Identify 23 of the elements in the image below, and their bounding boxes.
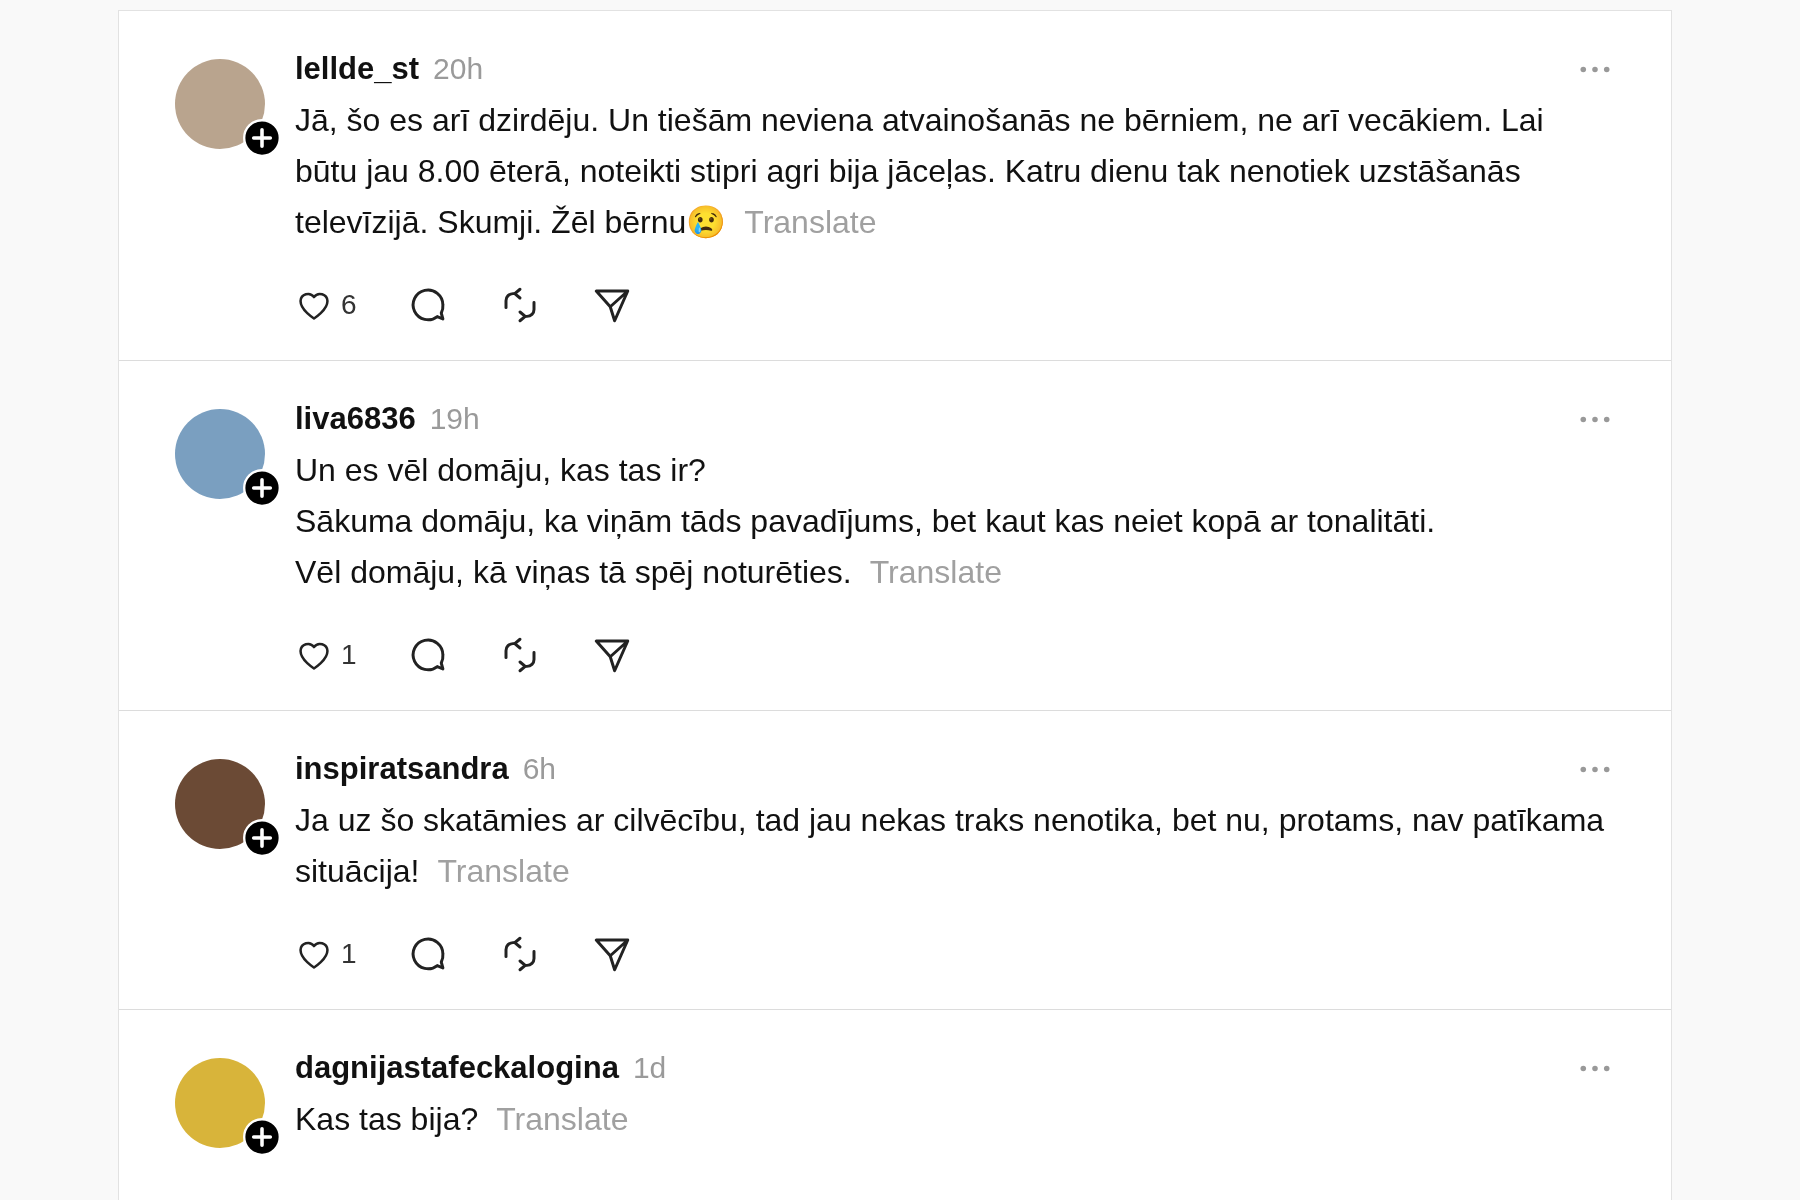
more-options-icon[interactable] (1579, 64, 1611, 74)
like-button[interactable]: 1 (295, 636, 357, 674)
username[interactable]: liva6836 (295, 401, 416, 437)
post-text: Ja uz šo skatāmies ar cilvēcību, tad jau nekas traks nenotika, bet nu, protams, nav patīkama situācija! Translate (295, 801, 1606, 891)
follow-plus-icon[interactable] (243, 469, 281, 507)
more-options-icon[interactable] (1579, 414, 1611, 424)
post-text: Kas tas bija? Translate (295, 1100, 630, 1139)
post-time: 1d (632, 1051, 667, 1085)
post-text: Un es vēl domāju, kas tas ir? Sākuma domāju, ka viņām tāds pavadījums, bet kaut kas neiet kopā ar tonalitāti. Vēl domāju, kā viņas tā spēj noturēties. Translate (295, 451, 1437, 592)
username[interactable]: dagnijastafeckalogina (295, 1050, 619, 1086)
post-time: 6h (522, 752, 556, 786)
follow-plus-icon[interactable] (243, 819, 281, 857)
follow-plus-icon[interactable] (243, 119, 281, 157)
post-text: Jā, šo es arī dzirdēju. Un tiešām neviena atvainošanās ne bērniem, ne arī vecākiem. Lai būtu jau 8.00 ēterā, noteikti stipri agri bija jāceļas. Katru dienu tak nenotiek uzstāšanās televīzijā. Skumji. Žēl bērnu😢 Translate (295, 101, 1545, 242)
more-options-icon[interactable] (1579, 764, 1611, 774)
follow-plus-icon[interactable] (243, 1118, 281, 1156)
like-button[interactable]: 6 (295, 286, 357, 324)
post-time: 19h (429, 402, 480, 436)
post-time: 20h (433, 52, 484, 86)
username[interactable]: lellde_st (295, 51, 420, 87)
more-options-icon[interactable] (1579, 1063, 1611, 1073)
username[interactable]: inspiratsandra (295, 751, 509, 787)
like-button[interactable]: 1 (295, 935, 357, 973)
